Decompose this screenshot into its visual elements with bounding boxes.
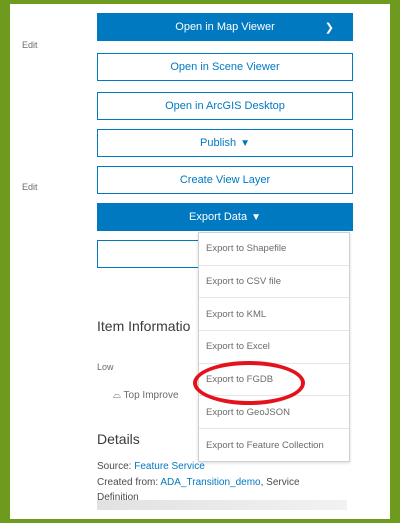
menu-item-export-feature-collection[interactable]: Export to Feature Collection [199,429,349,462]
top-improvements-link[interactable]: ⌓ Top Improve [113,390,179,401]
partially-hidden-button[interactable] [97,240,200,268]
menu-item-export-kml[interactable]: Export to KML [199,298,349,332]
cropped-text-line [97,500,347,510]
chart-icon: ⌓ [113,390,121,401]
information-level-text: Low [97,362,114,372]
chevron-down-icon[interactable]: ❯ [325,21,334,34]
open-in-arcgis-desktop-button[interactable]: Open in ArcGIS Desktop [97,92,353,120]
slide-frame-left [0,0,10,523]
publish-label: Publish [200,137,237,149]
edit-link-1[interactable]: Edit [22,40,38,50]
menu-item-export-shapefile[interactable]: Export to Shapefile [199,233,349,266]
export-data-menu: Export to Shapefile Export to CSV file E… [198,232,350,462]
slide-frame-top [0,0,400,4]
open-in-map-viewer-button[interactable]: Open in Map Viewer ❯ [97,13,353,41]
details-title: Details [97,431,140,447]
created-from-label: Created from: [97,477,159,488]
menu-item-export-csv[interactable]: Export to CSV file [199,266,349,299]
export-data-label: Export Data [189,211,248,223]
publish-button[interactable]: Publish ▼ [97,129,353,157]
details-source: Source: Feature Service [97,461,205,472]
open-in-map-viewer-label: Open in Map Viewer [175,21,275,33]
created-from-suffix: , Service [260,477,300,488]
create-view-layer-button[interactable]: Create View Layer [97,166,353,194]
item-information-title: Item Informatio [97,318,191,334]
created-from-link[interactable]: ADA_Transition_demo [160,477,260,488]
edit-link-2[interactable]: Edit [22,182,38,192]
chevron-down-icon: ▼ [251,211,261,223]
source-label: Source: [97,461,132,472]
chevron-down-icon: ▼ [240,137,250,149]
details-created-from: Created from: ADA_Transition_demo, Servi… [97,477,300,488]
export-data-button[interactable]: Export Data ▼ [97,203,353,231]
highlight-annotation-circle [193,361,305,405]
top-improvements-label: Top Improve [123,390,179,401]
source-link[interactable]: Feature Service [134,461,205,472]
menu-item-export-excel[interactable]: Export to Excel [199,331,349,364]
slide-frame-right [390,0,400,523]
open-in-scene-viewer-button[interactable]: Open in Scene Viewer [97,53,353,81]
slide-frame-bottom [0,519,400,523]
